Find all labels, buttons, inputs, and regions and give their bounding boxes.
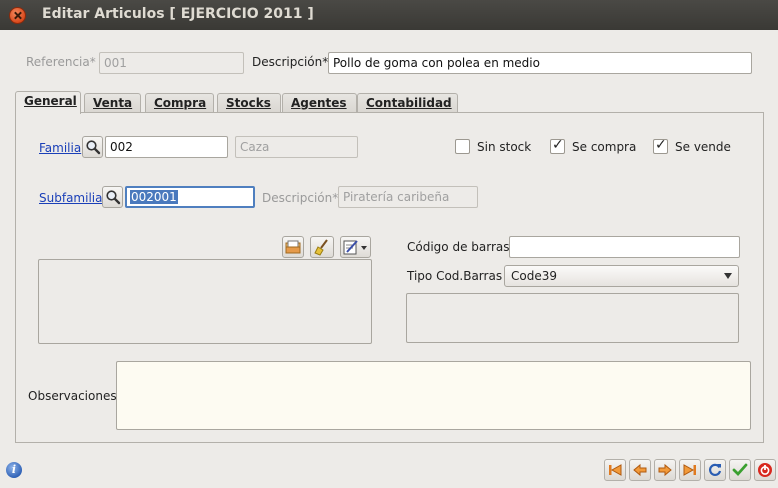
subfamilia-search-button[interactable] [102, 186, 123, 208]
sin-stock-label: Sin stock [477, 140, 532, 154]
familia-code-field[interactable]: 002 [105, 136, 228, 158]
cancel-button[interactable] [754, 459, 776, 481]
open-image-button[interactable] [282, 236, 304, 258]
refresh-button[interactable] [704, 459, 726, 481]
arrow-right-icon [658, 463, 672, 477]
last-record-button[interactable] [679, 459, 701, 481]
tipo-cod-barras-label: Tipo Cod.Barras [407, 269, 503, 283]
descripcion-field[interactable]: Pollo de goma con polea en medio [328, 52, 752, 74]
first-record-icon [609, 464, 622, 476]
window-title: Editar Articulos [ EJERCICIO 2011 ] [42, 6, 314, 22]
observaciones-textarea[interactable] [116, 361, 751, 430]
familia-name-field[interactable]: Caza [235, 136, 358, 158]
edit-image-menu-button[interactable] [340, 236, 371, 258]
clear-image-button[interactable] [310, 236, 334, 258]
search-icon [86, 140, 101, 155]
se-compra-label: Se compra [572, 140, 637, 154]
tab-venta[interactable]: Venta [84, 93, 141, 113]
tab-agentes[interactable]: Agentes [282, 93, 357, 113]
tab-general[interactable]: General [15, 91, 81, 114]
se-vende-checkbox[interactable] [653, 137, 668, 154]
subfamilia-descripcion-field[interactable]: Piratería caribeña [338, 186, 478, 208]
codigo-barras-field[interactable] [509, 236, 740, 258]
info-icon[interactable]: i [6, 462, 22, 478]
close-window-icon[interactable] [9, 7, 26, 24]
accept-button[interactable] [729, 459, 751, 481]
se-vende-label: Se vende [675, 140, 731, 154]
sin-stock-checkbox[interactable] [455, 139, 470, 154]
familia-link[interactable]: Familia [39, 141, 81, 155]
tab-compra[interactable]: Compra [145, 93, 214, 113]
descripcion-label: Descripción* [252, 55, 329, 69]
image-area [38, 259, 372, 344]
observaciones-label: Observaciones [28, 389, 117, 403]
chevron-down-icon [724, 273, 732, 279]
referencia-label: Referencia* [26, 55, 96, 69]
barcode-preview [406, 293, 739, 343]
subfamilia-link[interactable]: Subfamilia [39, 191, 102, 205]
next-record-button[interactable] [654, 459, 676, 481]
title-bar: Editar Articulos [ EJERCICIO 2011 ] [0, 0, 778, 30]
familia-search-button[interactable] [82, 136, 103, 158]
se-compra-checkbox[interactable] [550, 137, 565, 154]
broom-icon [314, 239, 328, 256]
refresh-icon [709, 463, 722, 476]
referencia-field[interactable]: 001 [99, 52, 244, 74]
first-record-button[interactable] [604, 459, 626, 481]
tab-contabilidad[interactable]: Contabilidad [357, 93, 458, 113]
subfamilia-descripcion-label: Descripción* [262, 191, 339, 205]
arrow-left-icon [633, 463, 647, 477]
folder-icon [285, 240, 301, 254]
subfamilia-code-field[interactable]: 002001 [125, 186, 255, 208]
edit-dropdown-icon [343, 240, 367, 255]
checkmark-icon [732, 463, 748, 477]
codigo-barras-label: Código de barras [407, 240, 510, 254]
power-off-icon [758, 463, 772, 477]
search-icon [106, 190, 121, 205]
previous-record-button[interactable] [629, 459, 651, 481]
tab-stocks[interactable]: Stocks [217, 93, 281, 113]
last-record-icon [683, 464, 696, 476]
tipo-cod-barras-select[interactable]: Code39 [504, 265, 739, 287]
